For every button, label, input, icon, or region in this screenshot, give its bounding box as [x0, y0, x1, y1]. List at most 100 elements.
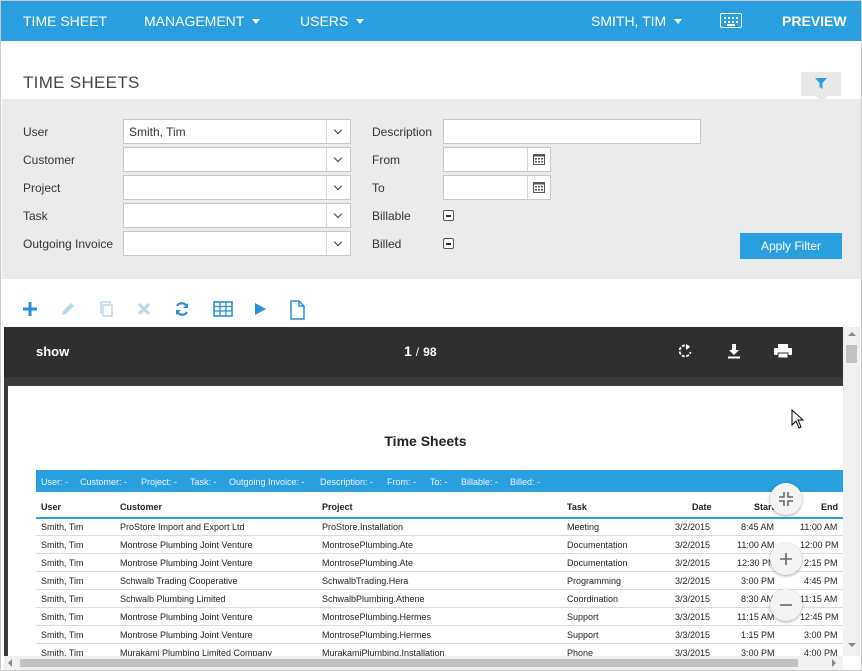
cell-project: ProStore.Installation	[322, 522, 404, 532]
cell-customer: Murakami Plumbing Limited Company	[120, 648, 273, 656]
zoom-in-button[interactable]	[770, 543, 802, 575]
refresh-icon	[175, 302, 189, 316]
run-button[interactable]	[249, 297, 271, 321]
cell-end: 4:00 PM	[804, 648, 838, 656]
show-label[interactable]: show	[36, 344, 69, 359]
chevron-down-icon[interactable]	[326, 120, 350, 143]
cell-task: Meeting	[567, 522, 600, 532]
billed-checkbox[interactable]	[443, 238, 454, 249]
scroll-down-icon[interactable]	[848, 643, 856, 647]
calendar-button[interactable]	[527, 148, 550, 171]
cell-task: Support	[567, 612, 599, 622]
refresh-button[interactable]	[171, 297, 193, 321]
rotate-icon	[678, 344, 692, 358]
cell-end: 3:00 PM	[804, 630, 838, 640]
calendar-button[interactable]	[527, 176, 550, 199]
keyboard-icon[interactable]	[720, 13, 742, 28]
cell-date: 3/2/2015	[675, 576, 711, 586]
table-row[interactable]: Smith, Tim Murakami Plumbing Limited Com…	[36, 645, 843, 656]
nav-preview[interactable]: PREVIEW	[782, 1, 847, 41]
cell-customer: Montrose Plumbing Joint Venture	[120, 540, 253, 550]
nav-current-user[interactable]: SMITH, TIM	[591, 1, 683, 41]
add-button[interactable]	[19, 297, 41, 321]
document-icon	[290, 300, 305, 320]
scroll-up-icon[interactable]	[848, 332, 856, 336]
task-select[interactable]	[123, 203, 351, 228]
apply-filter-button[interactable]: Apply Filter	[740, 233, 842, 259]
project-select[interactable]	[123, 175, 351, 200]
fit-page-button[interactable]	[770, 483, 802, 515]
print-icon	[774, 344, 792, 359]
billable-checkbox[interactable]	[443, 210, 454, 221]
to-date-field[interactable]	[443, 175, 551, 200]
vertical-scrollbar[interactable]	[843, 327, 860, 656]
criteria-description: Description: -	[320, 477, 374, 487]
cell-task: Documentation	[567, 540, 628, 550]
cell-start: 11:15 AM	[737, 612, 775, 622]
chevron-down-icon	[356, 19, 365, 24]
cell-date: 3/2/2015	[675, 558, 711, 568]
chevron-down-icon[interactable]	[326, 148, 350, 171]
cell-project: SchwalbPlumbing.Athene	[322, 594, 425, 604]
nav-management[interactable]: MANAGEMENT	[144, 1, 261, 41]
criteria-customer: Customer: -	[80, 477, 128, 487]
copy-button[interactable]	[95, 297, 117, 321]
chevron-down-icon[interactable]	[326, 176, 350, 199]
cell-customer: ProStore Import and Export Ltd	[120, 522, 245, 532]
user-select[interactable]: Smith, Tim	[123, 119, 351, 144]
document-button[interactable]	[286, 297, 308, 321]
filter-toggle-button[interactable]	[801, 72, 841, 102]
cell-customer: Montrose Plumbing Joint Venture	[120, 612, 253, 622]
edit-button[interactable]	[57, 297, 79, 321]
to-label: To	[372, 181, 385, 195]
table-row[interactable]: Smith, Tim Schwalb Trading Cooperative S…	[36, 573, 843, 590]
cell-start: 1:15 PM	[741, 630, 775, 640]
from-date-field[interactable]	[443, 147, 551, 172]
table-row[interactable]: Smith, Tim ProStore Import and Export Lt…	[36, 519, 843, 536]
rotate-button[interactable]	[676, 342, 694, 365]
cell-end: 2:15 PM	[804, 558, 838, 568]
cell-date: 3/3/2015	[675, 594, 711, 604]
table-row[interactable]: Smith, Tim Montrose Plumbing Joint Ventu…	[36, 627, 843, 644]
fit-page-icon	[779, 492, 793, 506]
user-label: User	[23, 125, 49, 139]
scroll-right-icon[interactable]	[832, 659, 836, 667]
print-button[interactable]	[773, 342, 793, 365]
table-row[interactable]: Smith, Tim Montrose Plumbing Joint Ventu…	[36, 555, 843, 572]
cell-task: Programming	[567, 576, 622, 586]
cell-task: Support	[567, 630, 599, 640]
table-row[interactable]: Smith, Tim Schwalb Plumbing Limited Schw…	[36, 591, 843, 608]
horizontal-scrollbar[interactable]	[4, 656, 843, 670]
customer-select[interactable]	[123, 147, 351, 172]
criteria-project: Project: -	[141, 477, 178, 487]
current-page[interactable]: 1	[404, 343, 412, 359]
invoice-select[interactable]	[123, 231, 351, 256]
scroll-thumb[interactable]	[846, 345, 857, 363]
chevron-down-icon[interactable]	[326, 232, 350, 255]
nav-timesheet[interactable]: TIME SHEET	[23, 1, 107, 41]
scroll-thumb[interactable]	[20, 659, 798, 667]
delete-button[interactable]	[133, 297, 155, 321]
nav-users[interactable]: USERS	[300, 1, 365, 41]
chevron-down-icon	[674, 19, 683, 24]
grid-button[interactable]	[211, 297, 233, 321]
calendar-icon	[533, 154, 545, 165]
cell-user: Smith, Tim	[41, 576, 84, 586]
zoom-out-icon	[780, 604, 792, 606]
scroll-left-icon[interactable]	[8, 659, 12, 667]
chevron-down-icon[interactable]	[326, 204, 350, 227]
download-button[interactable]	[725, 342, 743, 365]
table-row[interactable]: Smith, Tim Montrose Plumbing Joint Ventu…	[36, 537, 843, 554]
cell-project: MontrosePlumbing.Ate	[322, 540, 414, 550]
nav-management-label: MANAGEMENT	[144, 13, 245, 29]
criteria-billable: Billable: -	[461, 477, 499, 487]
report-viewer: show 1/98 Time Sheets User: - Customer: …	[4, 327, 843, 656]
play-icon	[255, 303, 266, 315]
table-row[interactable]: Smith, Tim Montrose Plumbing Joint Ventu…	[36, 609, 843, 626]
zoom-out-button[interactable]	[770, 589, 802, 621]
description-input[interactable]	[443, 119, 701, 144]
project-label: Project	[23, 181, 61, 195]
cell-user: Smith, Tim	[41, 594, 84, 604]
report-page: Time Sheets User: - Customer: - Project:…	[8, 386, 843, 656]
invoice-label: Outgoing Invoice	[23, 237, 114, 251]
